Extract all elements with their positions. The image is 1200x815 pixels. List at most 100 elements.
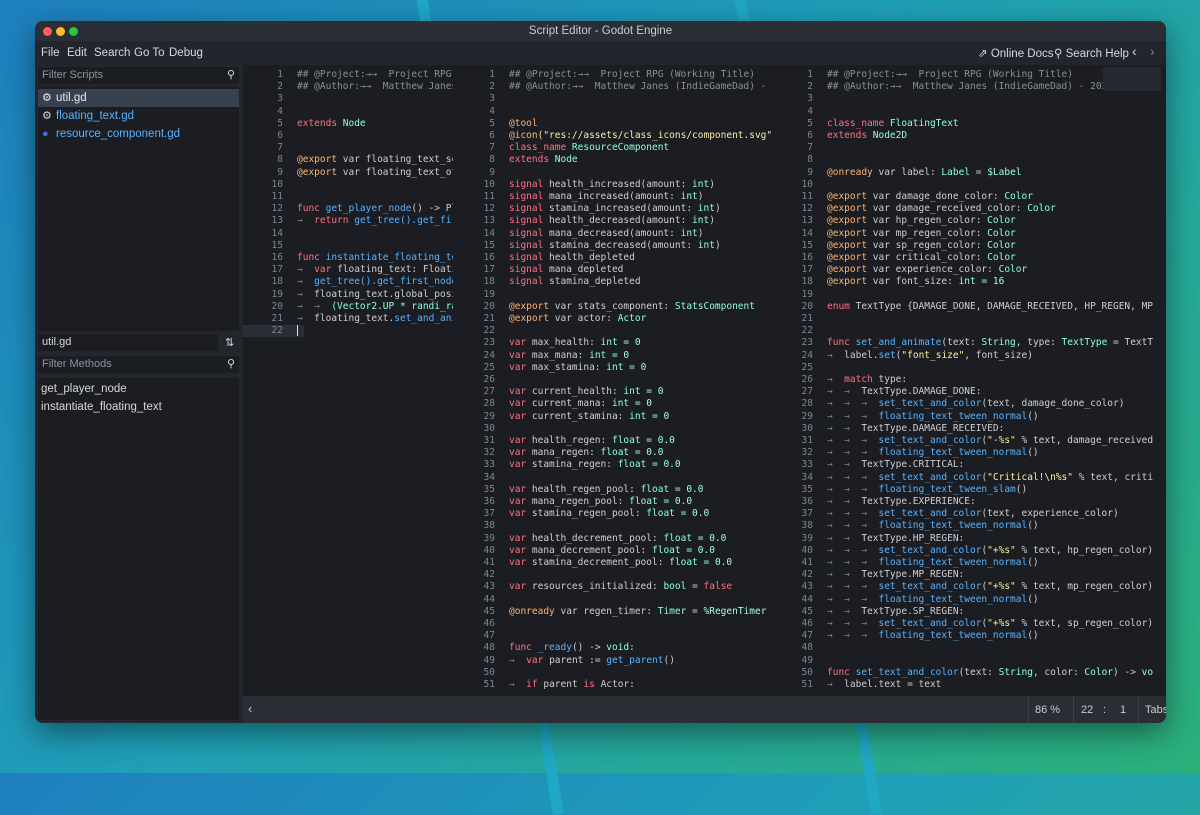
code-line[interactable]: 9 @export var floating_text_offset: Vecto…	[243, 167, 453, 179]
code-line[interactable]: 37 var stamina_regen_pool: float = 0.0	[455, 508, 710, 520]
code-line[interactable]: 23 func set_and_animate(text: String, typ…	[773, 337, 1153, 349]
code-line[interactable]: 6 @icon("res://assets/class_icons/compone…	[455, 130, 773, 142]
code-line[interactable]: 10	[243, 179, 297, 191]
search-help-button[interactable]: ⚲ Search Help	[1054, 46, 1129, 60]
code-line[interactable]: 3	[455, 93, 509, 105]
menu-debug[interactable]: Debug	[169, 47, 203, 59]
indent-mode[interactable]: Tabs	[1145, 704, 1166, 716]
code-line[interactable]: 31 var health_regen: float = 0.0	[455, 435, 675, 447]
code-line[interactable]: 26 → match type:	[773, 374, 908, 386]
code-line[interactable]: 27 → → TextType.DAMAGE_DONE:	[773, 386, 982, 398]
code-line[interactable]: 42 → → TextType.MP_REGEN:	[773, 569, 965, 581]
minimap[interactable]	[1103, 67, 1161, 91]
filter-methods-input[interactable]: Filter Methods ⚲	[38, 356, 239, 373]
code-line[interactable]: 25 var max_stamina: int = 0	[455, 362, 647, 374]
code-line[interactable]: 20 enum TextType {DAMAGE_DONE, DAMAGE_REC…	[773, 301, 1153, 313]
code-line[interactable]: 51 → if parent is Actor:	[455, 679, 635, 691]
code-line[interactable]: 3	[243, 93, 297, 105]
code-line[interactable]: 8 @export var floating_text_scene: Packed…	[243, 154, 453, 166]
method-item[interactable]: instantiate_floating_text	[41, 401, 162, 413]
code-line[interactable]: 22	[455, 325, 509, 337]
code-line[interactable]: 7 class_name ResourceComponent	[455, 142, 669, 154]
code-line[interactable]: 43 → → → set_text_and_color("+%s" % text,…	[773, 581, 1153, 593]
code-line[interactable]: 31 → → → set_text_and_color("-%s" % text,…	[773, 435, 1153, 447]
code-line[interactable]: 1 ## @Project:→→ Project RPG (Working Tit…	[243, 69, 453, 81]
code-line[interactable]: 1 ## @Project:→→ Project RPG (Working Tit…	[773, 69, 1073, 81]
code-line[interactable]: 8	[773, 154, 827, 166]
code-line[interactable]: 12 @export var damage_received_color: Col…	[773, 203, 1056, 215]
code-line[interactable]: 17 → var floating_text: FloatingText = fl…	[243, 264, 453, 276]
menu-goto[interactable]: Go To	[134, 47, 164, 59]
code-line[interactable]: 46	[455, 618, 509, 630]
code-line[interactable]: 36 var mana_regen_pool: float = 0.0	[455, 496, 693, 508]
code-line[interactable]: 7	[773, 142, 827, 154]
code-line[interactable]: 27 var current_health: int = 0	[455, 386, 664, 398]
maximize-window-button[interactable]	[69, 27, 78, 36]
code-line[interactable]: 38	[455, 520, 509, 532]
code-line[interactable]: 2 ## @Author:→→ Matthew Janes (IndieGameD…	[455, 81, 773, 93]
code-line[interactable]: 48 func _ready() -> void:	[455, 642, 635, 654]
code-pane-util[interactable]: 1 ## @Project:→→ Project RPG (Working Tit…	[243, 65, 453, 715]
history-forward-icon[interactable]: ›	[1150, 43, 1155, 59]
code-line[interactable]: 2 ## @Author:→→ Matthew Janes (IndieGameD…	[243, 81, 453, 93]
code-pane-resource-component[interactable]: 1 ## @Project:→→ Project RPG (Working Tit…	[455, 65, 773, 715]
code-line[interactable]: 15 signal stamina_decreased(amount: int)	[455, 240, 721, 252]
code-line[interactable]: 49 → var parent := get_parent()	[455, 655, 675, 667]
code-line[interactable]: 24 → label.set("font_size", font_size)	[773, 350, 1033, 362]
script-item-resource-component[interactable]: ● resource_component.gd	[38, 125, 239, 143]
method-item[interactable]: get_player_node	[41, 383, 127, 395]
code-line[interactable]: 45 → → TextType.SP_REGEN:	[773, 606, 965, 618]
code-line[interactable]: 21	[773, 313, 827, 325]
code-line[interactable]: 9	[455, 167, 509, 179]
code-line[interactable]: 8 extends Node	[455, 154, 577, 166]
code-line[interactable]: 14 signal mana_decreased(amount: int)	[455, 228, 704, 240]
code-line[interactable]: 25	[773, 362, 827, 374]
code-line[interactable]: 11 @export var damage_done_color: Color	[773, 191, 1033, 203]
code-line[interactable]: 16 signal health_depleted	[455, 252, 635, 264]
code-line[interactable]: 51 → label.text = text	[773, 679, 942, 691]
code-line[interactable]: 30	[455, 423, 509, 435]
menu-edit[interactable]: Edit	[67, 47, 87, 59]
code-line[interactable]: 15	[243, 240, 297, 252]
script-item-floating-text[interactable]: ⚙ floating_text.gd	[38, 107, 239, 125]
code-line[interactable]: 47	[455, 630, 509, 642]
code-line[interactable]: 5 extends Node	[243, 118, 365, 130]
code-line[interactable]: 2 ## @Author:→→ Matthew Janes (IndieGameD…	[773, 81, 1113, 93]
code-line[interactable]: 18 @export var font_size: int = 16	[773, 276, 1005, 288]
code-line[interactable]: 48	[773, 642, 827, 654]
toggle-panel-icon[interactable]: ‹	[248, 701, 252, 716]
code-line[interactable]: 11 signal mana_increased(amount: int)	[455, 191, 704, 203]
code-line[interactable]: 23 var max_health: int = 0	[455, 337, 641, 349]
history-back-icon[interactable]: ‹	[1132, 43, 1137, 59]
code-line[interactable]: 10	[773, 179, 827, 191]
code-line[interactable]: 28 var current_mana: int = 0	[455, 398, 652, 410]
minimize-window-button[interactable]	[56, 27, 65, 36]
code-line[interactable]: 5 @tool	[455, 118, 537, 130]
code-line[interactable]: 15 @export var sp_regen_color: Color	[773, 240, 1016, 252]
code-line[interactable]: 14	[243, 228, 297, 240]
code-line[interactable]: 7	[243, 142, 297, 154]
code-line[interactable]: 29 var current_stamina: int = 0	[455, 411, 670, 423]
code-line[interactable]: 36 → → TextType.EXPERIENCE:	[773, 496, 976, 508]
code-line[interactable]: 17 @export var experience_color: Color	[773, 264, 1028, 276]
code-line[interactable]: 44	[455, 594, 509, 606]
code-line[interactable]: 33 var stamina_regen: float = 0.0	[455, 459, 681, 471]
code-line[interactable]: 24 var max_mana: int = 0	[455, 350, 630, 362]
code-line[interactable]: 6	[243, 130, 297, 142]
code-line[interactable]: 49	[773, 655, 827, 667]
code-line[interactable]: 50 func set_text_and_color(text: String, …	[773, 667, 1153, 679]
code-line[interactable]: 37 → → → set_text_and_color(text, experie…	[773, 508, 1119, 520]
code-line[interactable]: 4	[455, 106, 509, 118]
close-window-button[interactable]	[43, 27, 52, 36]
code-line[interactable]: 39 → → TextType.HP_REGEN:	[773, 533, 965, 545]
menu-search[interactable]: Search	[94, 47, 130, 59]
code-line[interactable]: 19	[455, 289, 509, 301]
code-line[interactable]: 47 → → → floating_text_tween_normal()	[773, 630, 1039, 642]
online-docs-button[interactable]: ⇗ Online Docs	[978, 46, 1053, 60]
code-line[interactable]: 13 signal health_decreased(amount: int)	[455, 215, 715, 227]
code-line[interactable]: 16func instantiate_floating_text(user, t…	[243, 252, 453, 264]
code-line[interactable]: 21→ floating_text.set_and_animate(str(te…	[243, 313, 453, 325]
code-line[interactable]: 14 @export var mp_regen_color: Color	[773, 228, 1016, 240]
filter-scripts-input[interactable]: Filter Scripts ⚲	[38, 67, 239, 84]
code-line[interactable]: 22	[773, 325, 827, 337]
